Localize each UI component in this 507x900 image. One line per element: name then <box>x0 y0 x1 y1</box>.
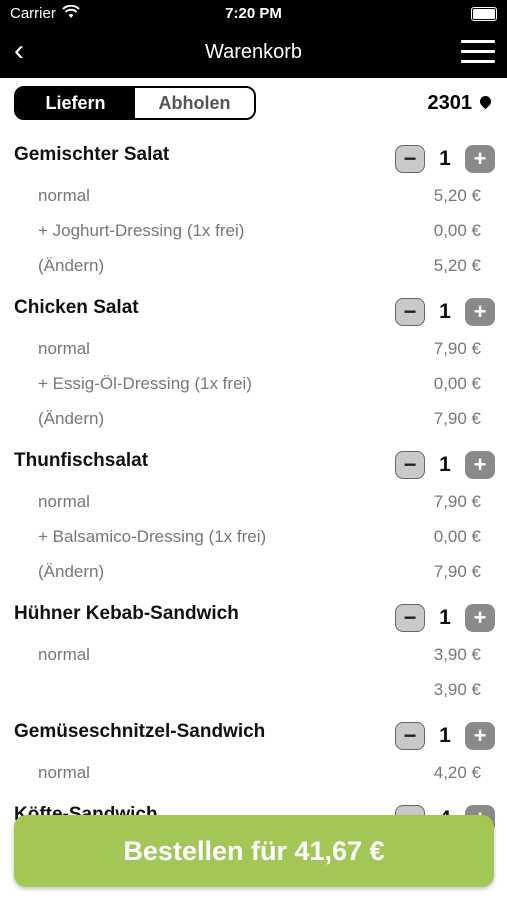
increase-quantity-button[interactable]: + <box>465 722 495 750</box>
detail-label: normal <box>38 645 90 664</box>
delivery-mode-toggle: Liefern Abholen <box>14 86 256 120</box>
detail-price: 3,90 € <box>433 645 481 664</box>
hamburger-menu-icon[interactable] <box>461 40 495 64</box>
detail-price: 5,20 € <box>433 256 481 275</box>
item-detail-row: normal 7,90 € <box>0 484 507 519</box>
detail-label: normal <box>38 763 90 782</box>
decrease-quantity-button[interactable]: − <box>395 298 425 326</box>
detail-label: + Essig-Öl-Dressing (1x frei) <box>38 374 252 393</box>
increase-quantity-button[interactable]: + <box>465 298 495 326</box>
item-detail-row: (Ändern) 7,90 € <box>0 554 507 589</box>
detail-price: 0,00 € <box>433 221 481 240</box>
clock: 7:20 PM <box>225 5 282 22</box>
increase-quantity-button[interactable]: + <box>465 604 495 632</box>
cart-item-header: Thunfischsalat −1 + <box>0 436 507 484</box>
detail-price: 5,20 € <box>433 186 481 205</box>
battery-icon <box>471 7 497 21</box>
item-detail-row: normal 3,90 € <box>0 637 507 672</box>
quantity-value: 1 <box>439 606 451 629</box>
tab-abholen[interactable]: Abholen <box>135 88 254 118</box>
nav-bar: ‹ Warenkorb <box>0 28 507 78</box>
decrease-quantity-button[interactable]: − <box>395 451 425 479</box>
location-zip[interactable]: 2301 <box>427 92 494 115</box>
cart-item-header: Gemüseschnitzel-Sandwich −1 + <box>0 707 507 755</box>
detail-label: (Ändern) <box>38 562 105 581</box>
quantity-stepper: −1 + <box>395 721 495 751</box>
item-detail-row: normal 4,20 € <box>0 755 507 790</box>
page-title: Warenkorb <box>204 41 303 63</box>
detail-price: 0,00 € <box>433 527 481 546</box>
item-detail-row: (Ändern) 7,90 € <box>0 401 507 436</box>
increase-quantity-button[interactable]: + <box>465 145 495 173</box>
detail-price: 3,90 € <box>433 680 481 699</box>
quantity-stepper: −1 + <box>395 450 495 480</box>
increase-quantity-button[interactable]: + <box>465 451 495 479</box>
item-detail-row: 3,90 € <box>0 672 507 707</box>
detail-price: 0,00 € <box>433 374 481 393</box>
quantity-value: 1 <box>439 453 451 476</box>
detail-label: + Balsamico-Dressing (1x frei) <box>38 527 267 546</box>
detail-price: 4,20 € <box>433 763 481 782</box>
quantity-stepper: −1 + <box>395 603 495 633</box>
location-pin-icon <box>477 93 494 110</box>
tab-liefern[interactable]: Liefern <box>16 88 135 118</box>
cart-list: Gemischter Salat −1 + normal 5,20 € + Joghurt… <box>0 130 507 838</box>
decrease-quantity-button[interactable]: − <box>395 604 425 632</box>
item-name: Gemüseschnitzel-Sandwich <box>14 721 266 742</box>
detail-label: normal <box>38 339 90 358</box>
detail-label: + Joghurt-Dressing (1x frei) <box>38 221 245 240</box>
decrease-quantity-button[interactable]: − <box>395 145 425 173</box>
item-detail-row: normal 7,90 € <box>0 331 507 366</box>
detail-price: 7,90 € <box>433 562 481 581</box>
item-name: Thunfischsalat <box>14 450 149 471</box>
item-name: Hühner Kebab-Sandwich <box>14 603 239 624</box>
item-detail-row: + Balsamico-Dressing (1x frei) 0,00 € <box>0 519 507 554</box>
item-detail-row: + Essig-Öl-Dressing (1x frei) 0,00 € <box>0 366 507 401</box>
item-detail-row: + Joghurt-Dressing (1x frei) 0,00 € <box>0 213 507 248</box>
item-detail-row: (Ändern) 5,20 € <box>0 248 507 283</box>
detail-label: (Ändern) <box>38 256 105 275</box>
quantity-value: 1 <box>439 300 451 323</box>
item-name: Chicken Salat <box>14 297 139 318</box>
cart-item-header: Gemischter Salat −1 + <box>0 130 507 178</box>
decrease-quantity-button[interactable]: − <box>395 722 425 750</box>
quantity-stepper: −1 + <box>395 297 495 327</box>
zip-code: 2301 <box>427 92 473 114</box>
cart-item-header: Hühner Kebab-Sandwich −1 + <box>0 589 507 637</box>
detail-label: normal <box>38 492 90 511</box>
quantity-stepper: −1 + <box>395 144 495 174</box>
detail-price: 7,90 € <box>433 492 481 511</box>
cart-item-header: Chicken Salat −1 + <box>0 283 507 331</box>
quantity-value: 1 <box>439 147 451 170</box>
order-button[interactable]: Bestellen für 41,67 € <box>14 815 494 887</box>
detail-label: normal <box>38 186 90 205</box>
detail-price: 7,90 € <box>433 339 481 358</box>
detail-price: 7,90 € <box>433 409 481 428</box>
quantity-value: 1 <box>439 724 451 747</box>
status-bar: Carrier 7:20 PM <box>0 0 507 28</box>
detail-label: (Ändern) <box>38 409 105 428</box>
item-detail-row: normal 5,20 € <box>0 178 507 213</box>
item-name: Gemischter Salat <box>14 144 170 165</box>
